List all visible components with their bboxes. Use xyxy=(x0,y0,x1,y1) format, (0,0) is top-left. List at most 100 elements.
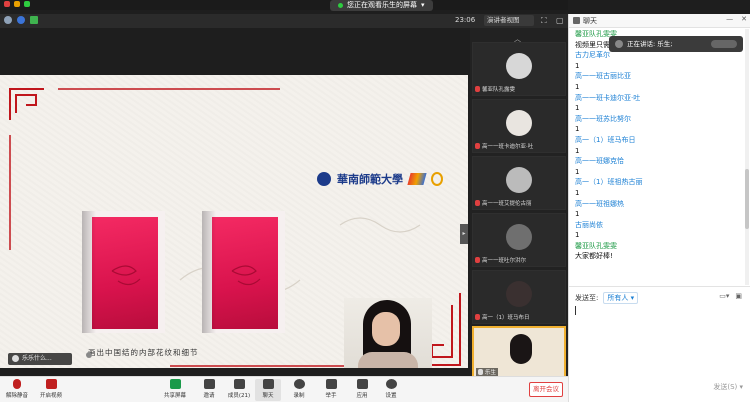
corner-knot-bottom-right xyxy=(431,305,453,358)
knot-photo-2 xyxy=(202,211,285,333)
unmute-label: 解除静音 xyxy=(5,393,28,399)
text-caret xyxy=(575,306,576,315)
scroll-thumb[interactable] xyxy=(745,169,749,229)
chat-input[interactable]: 发送(S) ▾ xyxy=(573,304,747,396)
speaker-face xyxy=(372,312,400,346)
record-icon xyxy=(293,379,305,389)
leave-meeting-button[interactable]: 离开会议 xyxy=(529,382,563,397)
apps-label: 应用 xyxy=(356,393,368,399)
participant-name: 高一（1）班马布日 xyxy=(482,315,530,321)
close-icon[interactable]: ✕ xyxy=(741,15,747,23)
share-screen-label: 共享屏幕 xyxy=(163,393,186,399)
share-screen-button[interactable]: 共享屏幕 xyxy=(162,379,188,401)
chat-sender-name[interactable]: 高一一班卡迪尔亚·吐 xyxy=(569,93,745,104)
chat-message-text: 1 xyxy=(575,167,580,176)
raise-hand-label: 举手 xyxy=(325,393,337,399)
participant-tile[interactable]: 高一一班艾提伦古丽 xyxy=(472,156,566,210)
chat-message-text: 1 xyxy=(575,82,580,91)
minimize-icon[interactable]: ▢ xyxy=(556,16,564,25)
invite-button[interactable]: 邀请 xyxy=(196,379,222,401)
participant-tile[interactable]: 高一（1）班马布日 xyxy=(472,270,566,324)
mic-muted-icon xyxy=(475,86,480,92)
fullscreen-icon[interactable]: ⛶ xyxy=(541,16,547,26)
send-button[interactable]: 发送(S) ▾ xyxy=(713,382,743,392)
meeting-time: 23:06 xyxy=(455,16,476,24)
knot-photo-1 xyxy=(82,211,165,333)
image-icon[interactable]: ▣ xyxy=(735,292,742,300)
screen-viewing-banner[interactable]: 您正在观看乐生的屏幕 ▾ xyxy=(330,0,433,11)
participant-label: 高一（1）班马布日 xyxy=(475,313,530,321)
send-button-label: 发送(S) xyxy=(713,383,738,391)
invite-label: 邀请 xyxy=(203,393,215,399)
video-off-icon xyxy=(45,379,57,389)
chat-sender-name[interactable]: 高一一班祖娜热 xyxy=(569,199,745,210)
chat-sender-name[interactable]: 古丽尚依 xyxy=(569,220,745,231)
chat-message-text: 1 xyxy=(575,188,580,197)
send-to-label: 发送至: xyxy=(575,294,599,302)
chat-message-list[interactable]: 馨亚队孔雯雯视频里只需要截一张...古力尼革尔1高一一班古丽比亚1高一一班卡迪尔… xyxy=(569,29,745,285)
status-icons xyxy=(4,1,30,7)
window-controls: — ✕ xyxy=(726,15,747,23)
raise-hand-button[interactable]: 举手 xyxy=(318,379,344,401)
corner-knot-top-left xyxy=(15,94,37,113)
speaking-toast: 正在讲话: 乐生; xyxy=(609,36,743,52)
chat-button[interactable]: 聊天 xyxy=(255,379,281,401)
chat-sender-name[interactable]: 馨亚队孔雯雯 xyxy=(569,241,745,252)
chat-message-text: 1 xyxy=(575,125,580,134)
start-video-label: 开启视频 xyxy=(39,393,62,399)
chat-message-text: 1 xyxy=(575,61,580,70)
info-icon[interactable] xyxy=(4,16,12,24)
settings-button[interactable]: 设置 xyxy=(378,379,404,401)
speaker-video-overlay xyxy=(344,298,432,368)
chat-label: 聊天 xyxy=(262,393,274,399)
unmute-button[interactable]: 解除静音 xyxy=(4,379,30,401)
chat-sender-name[interactable]: 高一（1）班祖热古丽 xyxy=(569,177,745,188)
view-mode-button[interactable]: 演讲者视图 xyxy=(484,15,534,26)
chat-sender-name[interactable]: 高一一班娜克恰 xyxy=(569,156,745,167)
university-emblem-icon xyxy=(317,172,331,186)
recipient-select[interactable]: 所有人 ▾ xyxy=(603,292,639,304)
participant-name: 高一一班艾提伦古丽 xyxy=(482,201,532,207)
chat-message-text: 1 xyxy=(575,146,580,155)
start-video-button[interactable]: 开启视频 xyxy=(38,379,64,401)
leave-meeting-label: 离开会议 xyxy=(533,385,559,393)
signal-icon[interactable] xyxy=(30,16,38,24)
live-dot-icon xyxy=(338,3,343,8)
file-icon[interactable]: ▭▾ xyxy=(719,292,729,300)
chat-sender-name[interactable]: 高一（1）班马布日 xyxy=(569,135,745,146)
record-button[interactable]: 录制 xyxy=(286,379,312,401)
collapse-gallery-handle[interactable]: ▸ xyxy=(460,224,468,244)
participant-tile[interactable]: 高一一班吐尔洪尔 xyxy=(472,213,566,267)
members-icon xyxy=(233,379,245,389)
minimize-icon[interactable]: — xyxy=(726,15,733,23)
members-button[interactable]: 成员(21) xyxy=(226,379,252,401)
chevron-down-icon: ▾ xyxy=(421,1,425,9)
participant-name: 馨亚队孔露雯 xyxy=(482,87,516,93)
chat-sender-name[interactable]: 高一一班苏比努尔 xyxy=(569,114,745,125)
apps-button[interactable]: 应用 xyxy=(349,379,375,401)
active-speaker-tile[interactable]: 乐生 xyxy=(472,326,566,380)
mic-icon xyxy=(478,369,483,375)
settings-icon xyxy=(385,379,397,389)
chat-scrollbar[interactable] xyxy=(745,29,749,285)
meeting-header: 23:06 演讲者视图 ⛶ ▢ xyxy=(0,14,568,28)
avatar xyxy=(506,281,532,307)
participant-gallery: ︿ 馨亚队孔露雯 高一一班卡迪尔亚·吐 高一一班艾提伦古丽 高一一班吐尔洪尔 高… xyxy=(470,28,568,380)
participant-label: 高一一班吐尔洪尔 xyxy=(475,256,526,264)
user-icon xyxy=(12,355,19,362)
chat-panel: 聊天 — ✕ 馨亚队孔雯雯视频里只需要截一张...古力尼革尔1高一一班古丽比亚1… xyxy=(568,14,750,402)
participant-tile[interactable]: 馨亚队孔露雯 xyxy=(472,42,566,96)
mic-muted-icon xyxy=(13,379,21,389)
chat-sender-name[interactable]: 高一一班古丽比亚 xyxy=(569,71,745,82)
view-mode-label: 演讲者视图 xyxy=(487,16,520,24)
chat-message-text: 大家都好棒! xyxy=(575,252,613,261)
participant-label: 高一一班艾提伦古丽 xyxy=(475,199,532,207)
shield-icon[interactable] xyxy=(17,16,25,24)
blurred-content xyxy=(711,40,737,48)
invite-icon xyxy=(203,379,215,389)
slide-logos: 華南師範大學 xyxy=(317,171,443,187)
alert-icon xyxy=(4,1,10,7)
participant-tile[interactable]: 高一一班卡迪尔亚·吐 xyxy=(472,99,566,153)
settings-label: 设置 xyxy=(385,393,397,399)
chat-message-text: 1 xyxy=(575,104,580,113)
